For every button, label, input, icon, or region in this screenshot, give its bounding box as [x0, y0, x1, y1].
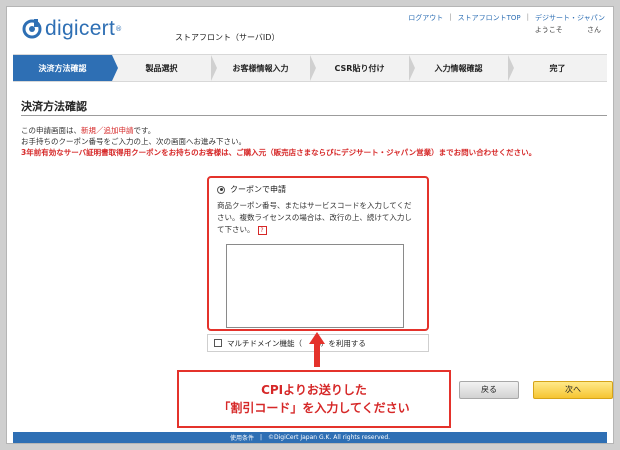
welcome-label: ようこそ	[534, 26, 563, 34]
coupon-radio-option[interactable]: クーポンで申請	[217, 184, 419, 195]
info-line-1-post: です。	[133, 126, 156, 135]
storefront-label: ストアフロント（サーバID）	[175, 33, 280, 42]
callout-line-2: 「割引コード」を入力してください	[218, 401, 410, 415]
coupon-code-textarea[interactable]	[226, 244, 404, 328]
multidomain-label: マルチドメイン機能（ s）を利用する	[227, 338, 366, 348]
copyright: ©DigiCert Japan G.K. All rights reserved…	[267, 434, 391, 441]
digicert-logo[interactable]: digicert ®	[21, 17, 122, 41]
coupon-panel: クーポンで申請 商品クーポン番号、またはサービスコードを入力してください。複数ラ…	[207, 176, 429, 331]
page-title: 決済方法確認	[21, 100, 87, 113]
callout-line-1: CPIよりお送りした	[261, 383, 367, 397]
logo-text: digicert	[45, 17, 116, 40]
annotation-arrow-shaft	[314, 343, 320, 367]
footer-separator: |	[259, 434, 262, 441]
footer: 使用条件 | ©DigiCert Japan G.K. All rights r…	[13, 432, 607, 443]
coupon-radio-label: クーポンで申請	[230, 185, 286, 194]
progress-steps: 決済方法確認 製品選択 お客様情報入力 CSR貼り付け 入力情報確認 完了	[13, 54, 607, 82]
info-line-1: この申請画面は、新規／追加申請です。	[21, 125, 536, 136]
annotation-callout: CPIよりお送りした 「割引コード」を入力してください	[177, 370, 451, 428]
top-links: ログアウト | ストアフロントTOP | デジサート・ジャパン	[408, 13, 605, 23]
multidomain-checkbox[interactable]	[214, 339, 222, 347]
step-complete: 完了	[549, 63, 566, 73]
welcome-message: ようこそ さん	[535, 25, 601, 35]
storefront-top-link[interactable]: ストアフロントTOP	[458, 13, 521, 23]
digicert-logo-icon	[22, 19, 42, 39]
step-customer-info: お客様情報入力	[211, 55, 316, 81]
welcome-honorific: さん	[587, 26, 601, 34]
digicert-japan-link[interactable]: デジサート・ジャパン	[535, 13, 605, 23]
link-separator: |	[449, 13, 452, 21]
info-text: この申請画面は、新規／追加申請です。 お手持ちのクーポン番号をご入力の上、次の画…	[21, 125, 536, 158]
next-button[interactable]: 次へ	[533, 381, 613, 399]
info-line-3-warning: 3年前有効なサーバ証明書取得用クーポンをお持ちのお客様は、ご購入元（販売店さまな…	[21, 148, 537, 157]
info-line-1-pre: この申請画面は、	[21, 126, 81, 135]
page: digicert ® ストアフロント（サーバID） ログアウト | ストアフロン…	[6, 6, 614, 444]
coupon-description-text: 商品クーポン番号、またはサービスコードを入力してください。複数ライセンスの場合は…	[217, 201, 412, 234]
terms-link[interactable]: 使用条件	[230, 433, 254, 442]
coupon-description: 商品クーポン番号、またはサービスコードを入力してください。複数ライセンスの場合は…	[217, 200, 419, 236]
coupon-radio[interactable]	[217, 185, 225, 194]
step-csr-paste: CSR貼り付け	[310, 55, 415, 81]
info-line-1-highlight: 新規／追加申請	[81, 126, 134, 135]
title-divider	[21, 115, 607, 116]
logout-link[interactable]: ログアウト	[408, 13, 443, 23]
link-separator: |	[526, 13, 529, 21]
info-line-2: お手持ちのクーポン番号をご入力の上、次の画面へお進み下さい。	[21, 137, 246, 146]
step-input-confirm: 入力情報確認	[409, 55, 514, 81]
help-icon[interactable]: ?	[257, 226, 267, 235]
step-payment-confirm: 決済方法確認	[13, 55, 118, 81]
logo-trademark: ®	[115, 25, 123, 33]
back-button[interactable]: 戻る	[459, 381, 519, 399]
step-product-select: 製品選択	[112, 55, 217, 81]
